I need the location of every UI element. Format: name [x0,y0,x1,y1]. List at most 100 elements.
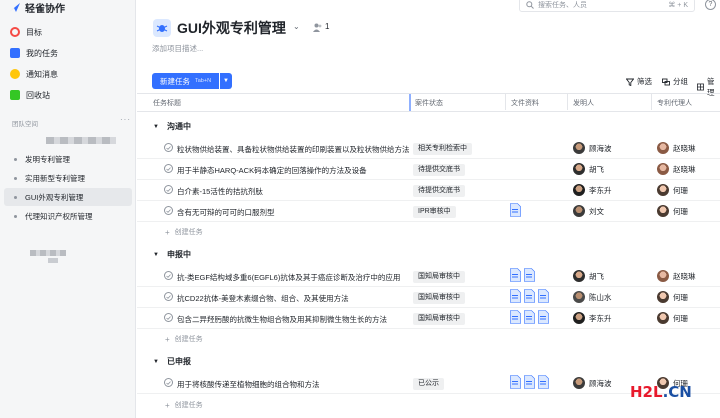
document-icon[interactable] [524,310,535,324]
task-title: 抗-类EGF结构域多重6(EGFL6)抗体及其于癌症诊断及治疗中的应用 [177,273,401,282]
table-row[interactable]: 抗CD22抗体-美登木素缀合物、组合、及其使用方法 国知局审核中 陈山水 何珊 [137,287,720,308]
group-header-communicating[interactable]: ▼ 沟通中 [153,121,191,132]
nav-item-my-tasks[interactable]: 我的任务 [10,45,130,61]
document-icon[interactable] [524,289,535,303]
chevron-down-icon[interactable]: ⌄ [293,22,300,31]
check-circle-icon[interactable] [164,164,173,173]
file-attachments[interactable] [510,289,552,303]
sidebar-item-gui-patents[interactable]: GUI外观专利管理 [4,188,132,206]
search-input[interactable]: 搜索任务、人员 ⌘ + K [519,0,695,12]
divider [505,94,506,110]
column-resize-handle[interactable] [409,94,411,111]
status-badge[interactable]: 国知局审核中 [413,313,465,325]
file-attachments[interactable] [510,375,552,389]
check-circle-icon[interactable] [164,292,173,301]
group-icon [662,78,670,85]
nav-label: 回收站 [26,90,50,100]
document-icon[interactable] [510,310,521,324]
redacted-block [30,250,66,256]
document-icon[interactable] [524,268,535,282]
column-header-files[interactable]: 文件资料 [511,98,539,108]
nav-label: 我的任务 [26,48,58,58]
trash-icon [10,90,20,100]
bullet-icon [14,195,17,199]
create-task-link[interactable]: + 创建任务 [165,227,203,237]
status-badge[interactable]: 待提供交底书 [413,164,465,176]
group-header-filing[interactable]: ▼ 申报中 [153,249,191,260]
status-badge[interactable]: IPR审核中 [413,206,456,218]
new-task-hint: Tab+N [195,78,212,84]
status-badge[interactable]: 待提供交底书 [413,185,465,197]
document-icon[interactable] [510,289,521,303]
table-row[interactable]: 包含二异羟肟酸的抗微生物组合物及用其抑制微生物生长的方法 国知局审核中 李东升 … [137,308,720,329]
nav-item-goals[interactable]: 目标 [10,24,130,40]
new-task-dropdown-button[interactable]: ▼ [220,73,232,89]
table-row[interactable]: 白介素-15活性的拮抗剂肽 待提供交底书 李东升 何珊 [137,180,720,201]
check-circle-icon[interactable] [164,206,173,215]
table-row[interactable]: 含有无可辩的可可的口服剂型 IPR审核中 刘文 何珊 [137,201,720,222]
column-header-inventor[interactable]: 发明人 [573,98,594,108]
agent-cell[interactable]: 何珊 [657,312,688,324]
more-icon[interactable]: ··· [120,115,131,124]
inventor-cell[interactable]: 刘文 [573,205,604,217]
group-header-filed[interactable]: ▼ 已申报 [153,356,191,367]
file-attachments[interactable] [510,310,552,324]
agent-cell[interactable]: 赵晓琳 [657,163,696,175]
table-row[interactable]: 抗-类EGF结构域多重6(EGFL6)抗体及其于癌症诊断及治疗中的应用 国知局审… [137,266,720,287]
table-row[interactable]: 用于半静态HARQ-ACK码本确定的回落操作的方法及设备 待提供交底书 胡飞 赵… [137,159,720,180]
table-row[interactable]: 粒状物供给装置、具备粒状物供给装置的印刷装置以及粒状物供给方法 相关专利检索中 … [137,138,720,159]
sidebar-item-utility-patents[interactable]: 实用新型专利管理 [4,169,132,187]
manage-button[interactable]: 管理 [697,76,720,98]
create-task-link[interactable]: + 创建任务 [165,400,203,410]
new-task-button[interactable]: 新建任务 Tab+N [152,73,219,89]
document-icon[interactable] [510,375,521,389]
check-circle-icon[interactable] [164,185,173,194]
divider [651,94,652,110]
column-header-agent[interactable]: 专利代理人 [657,98,692,108]
create-task-link[interactable]: + 创建任务 [165,334,203,344]
check-circle-icon[interactable] [164,378,173,387]
agent-cell[interactable]: 何珊 [657,291,688,303]
agent-cell[interactable]: 赵晓琳 [657,270,696,282]
inventor-cell[interactable]: 胡飞 [573,270,604,282]
status-badge[interactable]: 相关专利检索中 [413,143,472,155]
check-circle-icon[interactable] [164,271,173,280]
document-icon[interactable] [538,289,549,303]
document-icon[interactable] [538,375,549,389]
status-badge[interactable]: 国知局审核中 [413,292,465,304]
agent-cell[interactable]: 赵晓琳 [657,142,696,154]
file-attachments[interactable] [510,268,538,282]
check-circle-icon[interactable] [164,313,173,322]
status-badge[interactable]: 已公示 [413,378,444,390]
nav-item-notifications[interactable]: 通知消息 [10,66,130,82]
sidebar-item-agency-management[interactable]: 代理知识产权所管理 [4,207,132,225]
document-icon[interactable] [510,203,521,217]
inventor-cell[interactable]: 顾海波 [573,142,612,154]
inventor-cell[interactable]: 李东升 [573,184,612,196]
agent-cell[interactable]: 何珊 [657,205,688,217]
inventor-cell[interactable]: 陈山水 [573,291,612,303]
file-attachments[interactable] [510,203,524,217]
agent-cell[interactable]: 何珊 [657,184,688,196]
sidebar-item-invention-patents[interactable]: 发明专利管理 [4,150,132,168]
inventor-cell[interactable]: 李东升 [573,312,612,324]
description-field[interactable]: 添加项目描述... [152,43,203,54]
watermark-part: .CN [662,383,692,401]
filter-button[interactable]: 筛选 [626,76,652,87]
document-icon[interactable] [538,310,549,324]
check-circle-icon[interactable] [164,143,173,152]
group-button[interactable]: 分组 [662,76,688,87]
help-icon[interactable]: ? [705,0,716,10]
column-header-title[interactable]: 任务标题 [153,98,181,108]
column-header-status[interactable]: 案件状态 [415,98,443,108]
inventor-cell[interactable]: 胡飞 [573,163,604,175]
status-badge[interactable]: 国知局审核中 [413,271,465,283]
document-icon[interactable] [524,375,535,389]
members-icon[interactable] [313,23,322,32]
avatar [573,377,585,389]
nav-item-trash[interactable]: 回收站 [10,87,130,103]
inventor-cell[interactable]: 顾海波 [573,377,612,389]
avatar [573,205,585,217]
document-icon[interactable] [510,268,521,282]
app-brand[interactable]: 轻雀协作 [8,0,65,15]
